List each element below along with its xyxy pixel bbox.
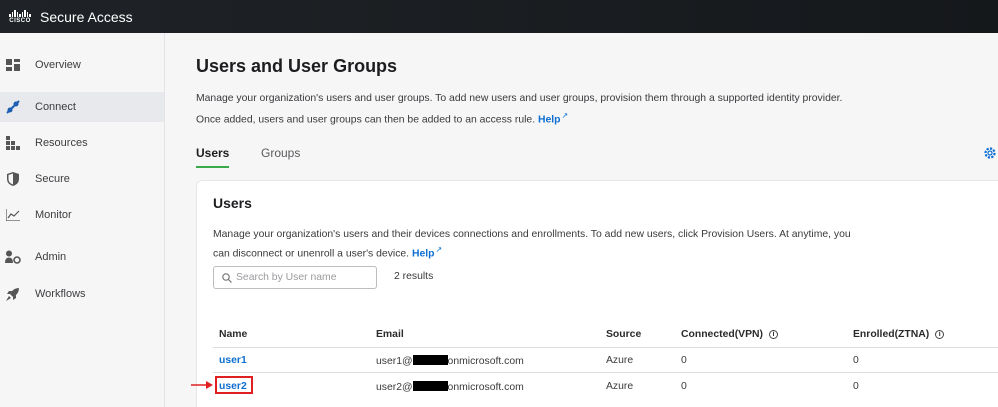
sidebar-item-label: Workflows: [35, 288, 86, 300]
table-header-divider: [213, 347, 998, 348]
search-box[interactable]: [213, 266, 377, 289]
help-link[interactable]: Help: [538, 114, 561, 125]
sidebar-item-secure[interactable]: Secure: [0, 164, 164, 194]
redacted-block: [412, 355, 448, 365]
external-link-icon: ↗: [435, 245, 443, 254]
connect-icon: [5, 99, 21, 115]
column-header-email[interactable]: Email: [376, 329, 404, 340]
page-description-line2: Once added, users and user groups can th…: [196, 114, 536, 126]
column-header-name[interactable]: Name: [219, 329, 247, 340]
user-name-link[interactable]: user1: [219, 355, 247, 366]
settings-gear-icon[interactable]: [983, 146, 997, 160]
sidebar-item-label: Connect: [35, 101, 76, 113]
sidebar-item-label: Overview: [35, 59, 81, 71]
top-bar: CISCO Secure Access: [0, 0, 998, 33]
overview-icon: [5, 57, 21, 73]
sidebar-item-admin[interactable]: Admin: [0, 242, 164, 272]
user-connected-vpn: 0: [681, 355, 687, 366]
card-description: Manage your organization's users and the…: [213, 227, 873, 261]
sidebar-item-label: Secure: [35, 173, 70, 185]
users-card: Users Manage your organization's users a…: [196, 180, 998, 407]
redacted-block: [412, 381, 448, 391]
card-description-line2: can disconnect or unenroll a user's devi…: [213, 248, 410, 260]
sidebar-item-label: Monitor: [35, 209, 72, 221]
sidebar-item-overview[interactable]: Overview: [0, 50, 164, 80]
page-description-line1: Manage your organization's users and use…: [196, 93, 843, 104]
shield-icon: [5, 171, 21, 187]
search-icon: [222, 272, 232, 283]
annotation-arrow-icon: [191, 381, 213, 389]
admin-user-gear-icon: [5, 249, 21, 265]
main-content: Users and User Groups Manage your organi…: [165, 33, 998, 407]
resources-icon: [5, 135, 21, 151]
column-header-connected-vpn[interactable]: Connected(VPN) i: [681, 329, 778, 340]
card-title: Users: [213, 195, 252, 211]
sidebar-item-monitor[interactable]: Monitor: [0, 200, 164, 230]
sidebar-item-connect[interactable]: Connect: [0, 92, 164, 122]
app-title: Secure Access: [40, 8, 133, 25]
sidebar: Overview Connect Resources Secure Monito…: [0, 33, 165, 407]
column-header-enrolled-ztna[interactable]: Enrolled(ZTNA) i: [853, 329, 945, 340]
sidebar-item-label: Resources: [35, 137, 88, 149]
annotation-highlight-box: [215, 376, 253, 394]
user-connected-vpn: 0: [681, 381, 687, 392]
results-count: 2 results: [394, 271, 434, 282]
page-title: Users and User Groups: [196, 56, 398, 76]
page-description: Manage your organization's users and use…: [196, 90, 876, 128]
tab-groups[interactable]: Groups: [261, 146, 300, 166]
user-source: Azure: [606, 355, 634, 366]
external-link-icon: ↗: [561, 111, 569, 120]
column-header-source[interactable]: Source: [606, 329, 641, 340]
card-description-line1: Manage your organization's users and the…: [213, 229, 851, 240]
user-email: user2@ onmicrosoft.com: [376, 381, 524, 393]
sidebar-item-workflows[interactable]: Workflows: [0, 279, 164, 309]
monitor-chart-icon: [5, 207, 21, 223]
user-enrolled-ztna: 0: [853, 381, 859, 392]
rocket-icon: [5, 286, 21, 302]
card-help-link[interactable]: Help: [412, 248, 435, 259]
search-input[interactable]: [236, 272, 376, 283]
user-source: Azure: [606, 381, 634, 392]
info-icon[interactable]: i: [768, 330, 778, 339]
cisco-logo[interactable]: CISCO: [5, 9, 35, 24]
user-email: user1@ onmicrosoft.com: [376, 355, 524, 367]
table-row-divider: [213, 372, 998, 373]
sidebar-item-resources[interactable]: Resources: [0, 128, 164, 158]
tab-users[interactable]: Users: [196, 146, 230, 168]
sidebar-item-label: Admin: [35, 251, 67, 263]
logo-text: CISCO: [9, 17, 31, 24]
user-enrolled-ztna: 0: [853, 355, 859, 366]
info-icon[interactable]: i: [935, 330, 945, 339]
